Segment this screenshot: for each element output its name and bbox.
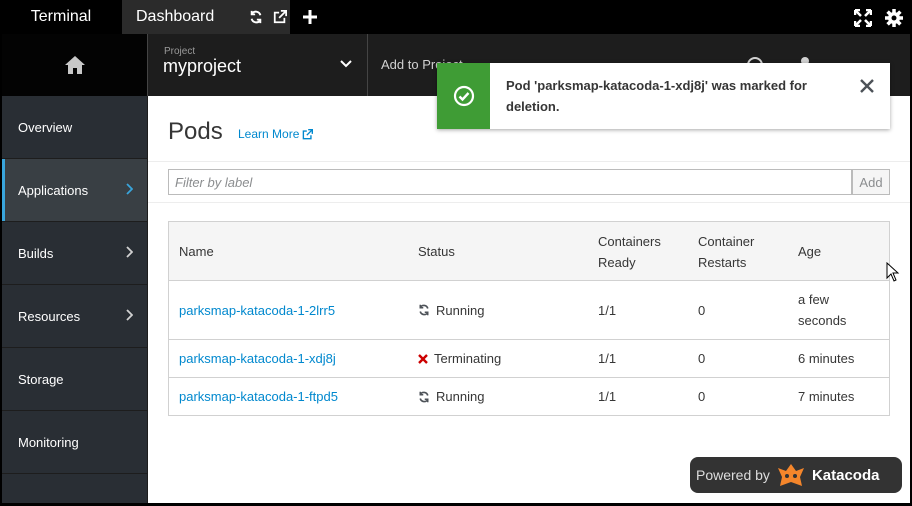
table-row: parksmap-katacoda-1-2lrr5 Running 1/1 0 … xyxy=(169,281,889,340)
table-row: parksmap-katacoda-1-ftpd5 Running 1/1 0 … xyxy=(169,378,889,415)
sidebar-item-applications[interactable]: Applications xyxy=(2,159,147,222)
column-header-name[interactable]: Name xyxy=(179,222,214,281)
close-icon xyxy=(860,79,874,93)
pod-status: Running xyxy=(436,302,485,318)
toast-message: Pod 'parksmap-katacoda-1-xdj8j' was mark… xyxy=(506,78,807,114)
sidebar-item-builds[interactable]: Builds xyxy=(2,222,147,285)
sidebar-item-storage[interactable]: Storage xyxy=(2,348,147,411)
filter-by-label-input[interactable] xyxy=(168,169,852,195)
containers-ready: 1/1 xyxy=(598,351,617,366)
refresh-icon xyxy=(418,304,430,316)
katacoda-logo-icon xyxy=(777,464,804,486)
chevron-right-icon xyxy=(126,246,133,258)
main-content: Pods Learn More Add Name Status Containe… xyxy=(148,96,910,503)
column-header-status[interactable]: Status xyxy=(418,222,455,281)
mouse-cursor-icon xyxy=(886,262,900,282)
pod-link[interactable]: parksmap-katacoda-1-2lrr5 xyxy=(179,300,335,321)
pod-status: Running xyxy=(436,389,485,404)
page-title: Pods xyxy=(168,118,223,145)
plus-icon[interactable] xyxy=(298,0,322,34)
pod-status: Terminating xyxy=(434,351,502,366)
home-icon xyxy=(64,56,85,74)
sidebar-item-label: Resources xyxy=(18,308,81,324)
gear-icon[interactable] xyxy=(884,8,904,28)
home-button[interactable] xyxy=(2,34,148,96)
pod-age: a few seconds xyxy=(798,292,847,328)
sidebar-item-label: Monitoring xyxy=(18,434,79,450)
sidebar-nav: Overview Applications Builds Resources S… xyxy=(2,96,148,503)
chevron-right-icon xyxy=(126,309,133,321)
divider xyxy=(148,161,910,162)
pod-age: 6 minutes xyxy=(798,351,855,366)
learn-more-link[interactable]: Learn More xyxy=(238,127,314,141)
tab-bar: Terminal Dashboard xyxy=(0,0,912,34)
pods-table: Name Status Containers Ready Container R… xyxy=(168,221,890,416)
container-restarts: 0 xyxy=(698,351,706,366)
tab-terminal[interactable]: Terminal xyxy=(0,0,122,34)
container-restarts: 0 xyxy=(698,389,706,404)
powered-by-badge[interactable]: Powered by Katacoda xyxy=(690,457,902,493)
project-selector[interactable]: Project myproject xyxy=(148,34,368,96)
katacoda-brand: Katacoda xyxy=(811,466,880,484)
check-circle-icon xyxy=(453,85,474,107)
project-name: myproject xyxy=(163,56,242,76)
success-toast: Pod 'parksmap-katacoda-1-xdj8j' was mark… xyxy=(437,63,890,129)
chevron-right-icon xyxy=(126,183,133,195)
pod-link[interactable]: parksmap-katacoda-1-ftpd5 xyxy=(179,386,338,407)
sidebar-item-label: Applications xyxy=(18,182,89,198)
error-x-icon xyxy=(418,353,428,364)
table-row: parksmap-katacoda-1-xdj8j Terminating 1/… xyxy=(169,340,889,378)
external-link-icon xyxy=(303,128,314,139)
column-header-containers-ready[interactable]: Containers Ready xyxy=(598,222,688,281)
external-link-icon[interactable] xyxy=(270,0,290,34)
close-toast-button[interactable] xyxy=(857,76,877,96)
sidebar-item-label: Builds xyxy=(18,245,54,261)
chevron-down-icon xyxy=(340,60,352,68)
table-header: Name Status Containers Ready Container R… xyxy=(169,222,889,281)
add-filter-button[interactable]: Add xyxy=(852,169,890,195)
containers-ready: 1/1 xyxy=(598,302,617,318)
powered-by-label: Powered by xyxy=(696,467,770,483)
divider xyxy=(148,202,910,203)
pod-link[interactable]: parksmap-katacoda-1-xdj8j xyxy=(179,348,336,369)
sidebar-item-overview[interactable]: Overview xyxy=(2,96,147,159)
sidebar-item-label: Overview xyxy=(18,119,73,135)
refresh-icon[interactable] xyxy=(246,0,266,34)
pod-age: 7 minutes xyxy=(798,389,855,404)
learn-more-label: Learn More xyxy=(238,127,300,141)
sidebar-item-monitoring[interactable]: Monitoring xyxy=(2,411,147,474)
refresh-icon xyxy=(418,391,430,403)
container-restarts: 0 xyxy=(698,302,706,318)
containers-ready: 1/1 xyxy=(598,389,617,404)
column-header-age[interactable]: Age xyxy=(798,222,821,281)
expand-icon[interactable] xyxy=(853,8,873,28)
sidebar-item-label: Storage xyxy=(18,371,64,387)
column-header-container-restarts[interactable]: Container Restarts xyxy=(698,222,778,281)
toast-icon-box xyxy=(437,63,490,129)
sidebar-item-resources[interactable]: Resources xyxy=(2,285,147,348)
